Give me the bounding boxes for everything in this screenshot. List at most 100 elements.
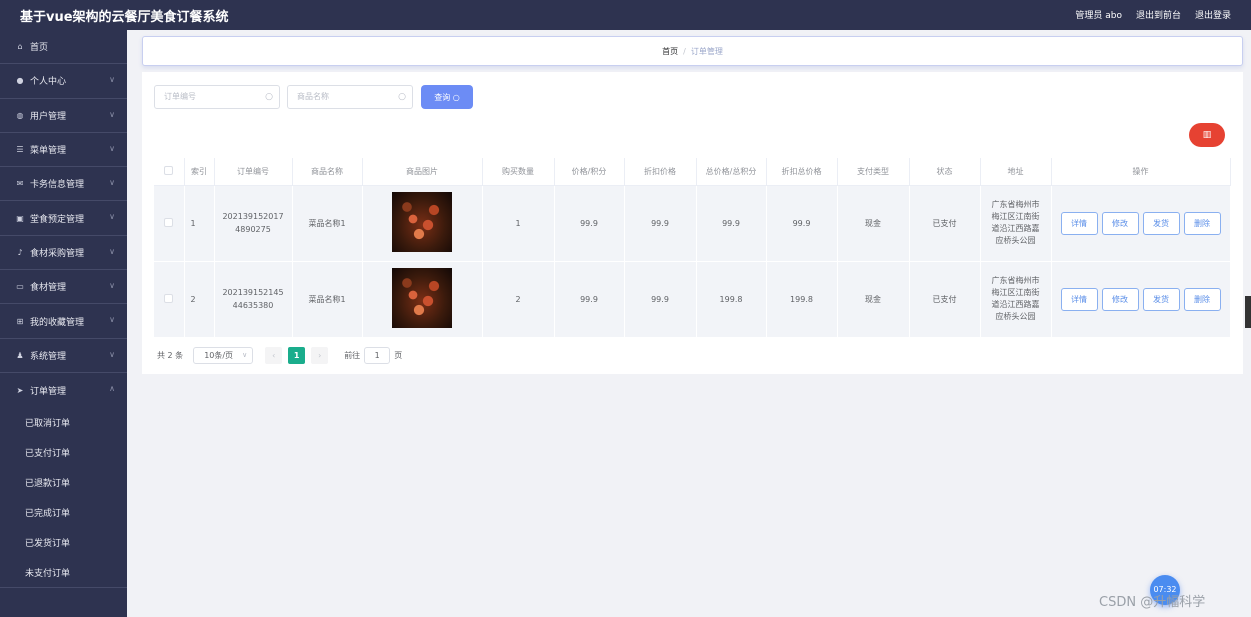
ship-button[interactable]: 发货: [1142, 287, 1180, 311]
batch-delete-button[interactable]: ▥: [1189, 123, 1225, 147]
cell-total-price: 99.9: [696, 185, 767, 262]
delete-button[interactable]: 删除: [1183, 211, 1221, 235]
cell-status: 已支付: [909, 185, 981, 262]
row-select-cell[interactable]: [154, 185, 185, 262]
cell-actions: 详情 修改 发货 删除: [1051, 185, 1231, 262]
next-page-button[interactable]: ›: [311, 346, 329, 364]
order-submenu: 已取消订单 已支付订单 已退款订单 已完成订单 已发货订单 未支付订单: [0, 407, 127, 589]
select-all-header[interactable]: [154, 158, 185, 186]
current-user-label: 管理员 abo: [1075, 11, 1122, 21]
chevron-down-icon: ∨: [109, 143, 115, 153]
detail-button[interactable]: 详情: [1060, 211, 1098, 235]
column-header: 支付类型: [837, 158, 910, 186]
logout-link[interactable]: 退出登录: [1195, 8, 1231, 21]
sidebar-item-ingredient-purchase[interactable]: ♪ 食材采购管理 ∨: [0, 236, 127, 271]
sidebar-item-home[interactable]: ⌂ 首页: [0, 30, 127, 65]
table-row: 2 202139152145 44635380 菜品名称1 2 99.9 99.…: [154, 261, 1231, 338]
exit-to-frontend-link[interactable]: 退出到前台: [1136, 8, 1181, 21]
submenu-item-cancelled[interactable]: 已取消订单: [0, 407, 127, 437]
cell-price: 99.9: [554, 261, 625, 338]
search-icon: ○: [450, 92, 460, 102]
product-image[interactable]: [392, 268, 452, 328]
edit-button[interactable]: 修改: [1101, 211, 1139, 235]
product-image[interactable]: [392, 192, 452, 252]
sidebar-item-dine-in-booking[interactable]: ▣ 堂食预定管理 ∨: [0, 201, 127, 236]
total-count: 共 2 条: [157, 350, 184, 360]
prev-page-button[interactable]: ‹: [265, 346, 283, 364]
goto-label: 前往: [344, 350, 361, 360]
chevron-down-icon: ∨: [109, 246, 115, 256]
mic-icon: ♪: [17, 247, 23, 257]
chevron-down-icon: ∨: [109, 281, 115, 291]
cell-order-number: 202139152017 4890275: [214, 185, 293, 262]
submenu-item-completed[interactable]: 已完成订单: [0, 497, 127, 527]
column-header: 索引: [184, 158, 215, 186]
cell-actions: 详情 修改 发货 删除: [1051, 261, 1231, 338]
submenu-item-unpaid[interactable]: 未支付订单: [0, 557, 127, 587]
row-checkbox[interactable]: [164, 293, 174, 303]
goto-page-input[interactable]: 1: [364, 346, 391, 364]
column-header: 折扣价格: [624, 158, 697, 186]
sidebar-item-system[interactable]: ♟ 系统管理 ∨: [0, 339, 127, 373]
sidebar-item-label: 用户管理: [30, 111, 67, 122]
query-button[interactable]: 查询 ○: [421, 85, 473, 109]
cell-discount-total: 99.9: [766, 185, 838, 262]
edit-button[interactable]: 修改: [1101, 287, 1139, 311]
sidebar-item-label: 菜单管理: [30, 146, 67, 157]
cell-pay-type: 现金: [837, 185, 910, 262]
order-number-search-input[interactable]: 订单编号 ○: [154, 85, 280, 109]
sidebar-item-menu-management[interactable]: ☰ 菜单管理 ∨: [0, 133, 127, 168]
chevron-down-icon: ∨: [109, 349, 115, 359]
sidebar-item-order-management[interactable]: ➤ 订单管理 ∧: [0, 373, 127, 407]
cell-status: 已支付: [909, 261, 981, 338]
sidebar-item-label: 食材采购管理: [30, 248, 85, 259]
column-header: 价格/积分: [554, 158, 625, 186]
cell-quantity: 1: [482, 185, 555, 262]
page-number-current[interactable]: 1: [288, 346, 306, 364]
sidebar-item-personal-center[interactable]: ● 个人中心 ∨: [0, 64, 127, 99]
breadcrumb-current: 订单管理: [690, 46, 723, 56]
cell-index: 2: [184, 261, 215, 338]
sidebar-item-card-info[interactable]: ✉ 卡务信息管理 ∨: [0, 167, 127, 202]
row-select-cell[interactable]: [154, 261, 185, 338]
select-all-checkbox[interactable]: [164, 165, 174, 175]
column-header: 商品名称: [292, 158, 363, 186]
globe-icon: ◍: [16, 110, 24, 120]
cell-total-price: 199.8: [696, 261, 767, 338]
app-title: 基于vue架构的云餐厅美食订餐系统: [20, 10, 229, 25]
submenu-item-refunded[interactable]: 已退款订单: [0, 467, 127, 497]
chevron-down-icon: ∨: [109, 315, 115, 325]
sidebar-item-label: 个人中心: [30, 77, 67, 88]
page-size-select[interactable]: 10条/页 ∨: [193, 346, 254, 364]
sidebar-item-label: 系统管理: [30, 351, 67, 362]
breadcrumb-home[interactable]: 首页: [662, 46, 678, 57]
breadcrumb: 首页 / 订单管理: [142, 36, 1243, 66]
ship-button[interactable]: 发货: [1142, 211, 1180, 235]
detail-button[interactable]: 详情: [1060, 287, 1098, 311]
column-header: 总价格/总积分: [696, 158, 767, 186]
chevron-down-icon: ∨: [109, 178, 115, 188]
sidebar-item-favorites[interactable]: ⊞ 我的收藏管理 ∨: [0, 304, 127, 339]
product-name-search-input[interactable]: 商品名称 ○: [287, 85, 413, 109]
delete-button[interactable]: 删除: [1183, 287, 1221, 311]
trash-icon: ▥: [1202, 130, 1212, 140]
row-checkbox[interactable]: [164, 217, 174, 227]
side-scroll-handle[interactable]: [1245, 296, 1251, 328]
chevron-down-icon: ∨: [109, 109, 115, 119]
submenu-item-shipped[interactable]: 已发货订单: [0, 527, 127, 557]
page-size-value: 10条/页: [204, 350, 234, 360]
sidebar-item-label: 订单管理: [30, 386, 67, 397]
cell-product-name: 菜品名称1: [292, 185, 363, 262]
cell-index: 1: [184, 185, 215, 262]
cell-order-number: 202139152145 44635380: [214, 261, 293, 338]
sidebar: ⌂ 首页 ● 个人中心 ∨ ◍ 用户管理 ∨ ☰ 菜单管理 ∨ ✉ 卡务信息管理 ∨ ▣ 堂食预定管…: [0, 30, 127, 617]
send-icon: ➤: [16, 385, 24, 395]
header-actions: 管理员 abo 退出到前台 退出登录: [1075, 8, 1231, 21]
sidebar-item-label: 首页: [30, 43, 49, 54]
cell-quantity: 2: [482, 261, 555, 338]
cell-product-image: [362, 261, 483, 338]
sidebar-item-user-management[interactable]: ◍ 用户管理 ∨: [0, 99, 127, 133]
sidebar-item-ingredient-management[interactable]: ▭ 食材管理 ∨: [0, 270, 127, 305]
breadcrumb-separator: /: [683, 46, 686, 56]
submenu-item-paid[interactable]: 已支付订单: [0, 437, 127, 467]
